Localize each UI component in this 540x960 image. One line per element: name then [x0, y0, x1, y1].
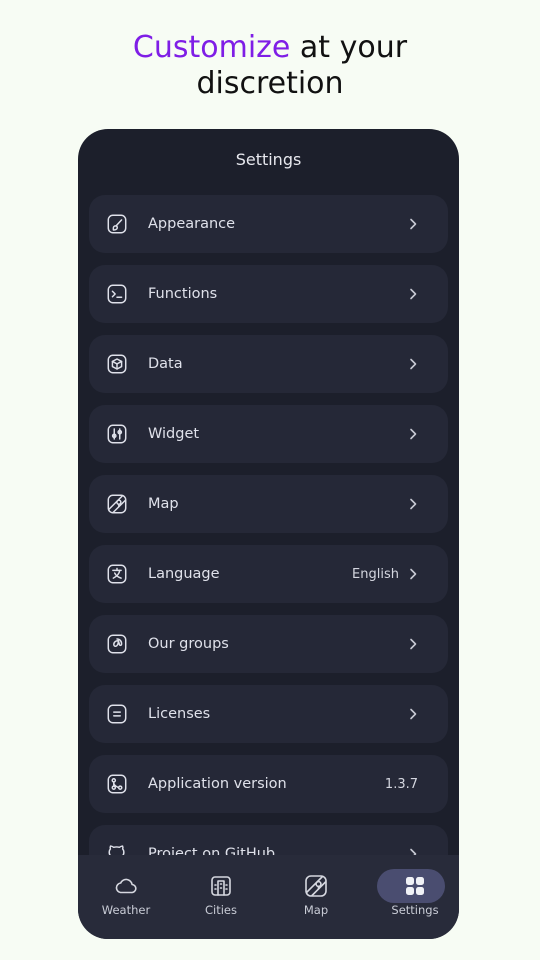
chevron-right-icon	[406, 287, 420, 301]
settings-item-appearance[interactable]: Appearance	[89, 195, 448, 253]
tab-label: Settings	[391, 903, 439, 917]
bottom-nav: Weather Cities Map Settings	[78, 855, 459, 939]
settings-item-label: Functions	[148, 286, 218, 302]
chevron-right-icon	[406, 567, 420, 581]
settings-list: Appearance Functions Data Widget Map Lan…	[89, 195, 448, 895]
settings-item-label: Licenses	[148, 706, 211, 722]
headline: Customize at your discretion	[0, 30, 540, 102]
settings-item-label: Widget	[148, 426, 200, 442]
settings-item-widget[interactable]: Widget	[89, 405, 448, 463]
settings-item-data[interactable]: Data	[89, 335, 448, 393]
version-value: 1.3.7	[384, 777, 418, 792]
language-value: English	[352, 567, 399, 582]
map-icon	[303, 873, 329, 899]
chevron-right-icon	[406, 637, 420, 651]
cube-icon	[106, 353, 128, 375]
tab-weather[interactable]: Weather	[80, 869, 172, 929]
settings-item-our-groups[interactable]: Our groups	[89, 615, 448, 673]
document-icon	[106, 703, 128, 725]
grid-icon	[402, 873, 428, 899]
settings-item-label: Language	[148, 566, 220, 582]
settings-item-map[interactable]: Map	[89, 475, 448, 533]
settings-item-label: Map	[148, 496, 179, 512]
terminal-icon	[106, 283, 128, 305]
screen-title: Settings	[235, 150, 302, 169]
sliders-icon	[106, 423, 128, 445]
settings-item-label: Our groups	[148, 636, 229, 652]
tab-label: Weather	[101, 903, 151, 917]
settings-item-licenses[interactable]: Licenses	[89, 685, 448, 743]
headline-rest: at your	[290, 30, 408, 65]
chevron-right-icon	[406, 497, 420, 511]
buildings-icon	[208, 873, 234, 899]
headline-line2: discretion	[196, 66, 344, 101]
map-icon	[106, 493, 128, 515]
settings-item-application-version: Application version 1.3.7	[89, 755, 448, 813]
settings-item-label: Data	[148, 356, 183, 372]
chevron-right-icon	[406, 217, 420, 231]
chevron-right-icon	[406, 427, 420, 441]
tab-settings[interactable]: Settings	[369, 869, 459, 929]
tab-map[interactable]: Map	[270, 869, 362, 929]
tab-label: Map	[303, 903, 329, 917]
tab-cities[interactable]: Cities	[175, 869, 267, 929]
chevron-right-icon	[406, 707, 420, 721]
settings-item-label: Appearance	[148, 216, 236, 232]
translate-icon	[106, 563, 128, 585]
settings-item-label: Application version	[148, 776, 287, 792]
settings-item-language[interactable]: Language English	[89, 545, 448, 603]
git-branch-icon	[106, 773, 128, 795]
brush-icon	[106, 213, 128, 235]
cloud-icon	[113, 873, 139, 899]
headline-accent: Customize	[132, 30, 291, 65]
phone-screen: Settings Appearance Functions Data Widge…	[78, 129, 459, 939]
chevron-right-icon	[406, 357, 420, 371]
settings-item-functions[interactable]: Functions	[89, 265, 448, 323]
at-icon	[106, 633, 128, 655]
tab-label: Cities	[205, 903, 237, 917]
